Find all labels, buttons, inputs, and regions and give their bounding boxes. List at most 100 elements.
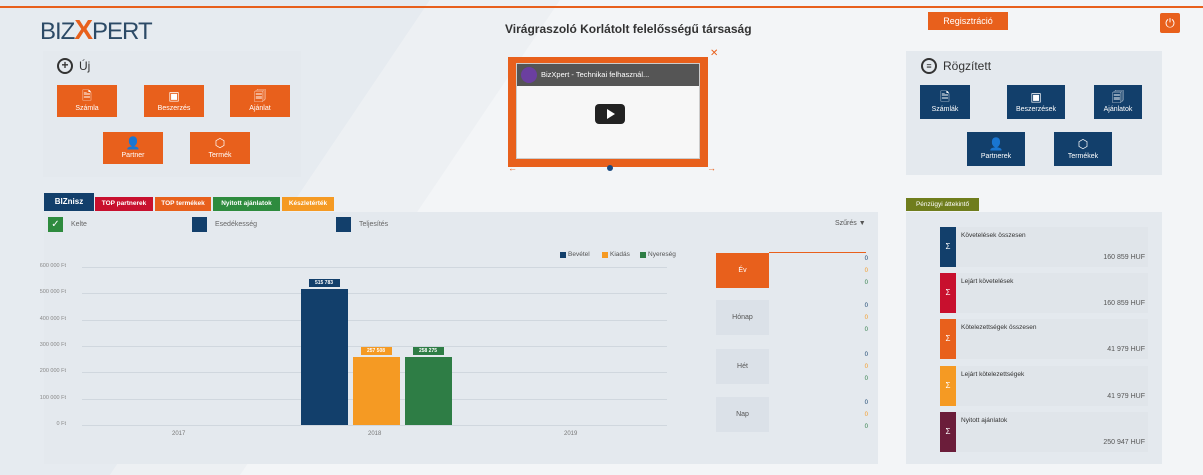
invoices-icon: 🗎: [940, 90, 950, 104]
list-circle-icon: ≡: [921, 58, 937, 74]
new-offer-button[interactable]: 🗐 Ajánlat: [230, 85, 290, 117]
checkbox-fulfil[interactable]: [336, 217, 351, 232]
finance-card-liabilities[interactable]: Σ Kötelezettségek összesen 41 979 HUF: [940, 319, 1148, 359]
video-title: BizXpert - Technikai felhasznál...: [541, 70, 650, 79]
plus-circle-icon: +: [57, 58, 73, 74]
new-partner-button[interactable]: 👤 Partner: [103, 132, 163, 164]
sigma-icon: Σ: [940, 366, 956, 406]
y-tick-label: 400 000 Ft: [39, 315, 66, 322]
x-tick-label: 2018: [368, 431, 382, 437]
checkbox-due[interactable]: [192, 217, 207, 232]
month-revenue: 0: [864, 303, 868, 309]
year-profit: 0: [864, 280, 868, 286]
tab-top-partners[interactable]: TOP partnerek: [95, 197, 153, 211]
y-tick-label: 0 Ft: [56, 421, 66, 427]
company-name: Virágraszoló Korlátolt felelősségű társa…: [505, 22, 752, 36]
week-revenue: 0: [864, 352, 868, 358]
finance-card-open-offers[interactable]: Σ Nyitott ajánlatok 250 947 HUF: [940, 412, 1148, 452]
tab-open-offers[interactable]: Nyitott ajánlatok: [213, 197, 280, 211]
tutorial-video[interactable]: BizXpert - Technikai felhasznál...: [508, 57, 708, 167]
power-icon[interactable]: ⏻: [1160, 13, 1180, 33]
tab-stock-value[interactable]: Készletérték: [282, 197, 334, 211]
sigma-icon: Σ: [940, 273, 956, 313]
grid-line: [82, 267, 667, 268]
date-type-fulfil[interactable]: Teljesítés: [336, 217, 388, 232]
invoice-add-icon: 🗎: [82, 89, 92, 103]
grid-line: [82, 293, 667, 295]
period-divider: [769, 252, 866, 253]
play-icon[interactable]: [595, 104, 625, 124]
register-button[interactable]: Regisztráció: [928, 12, 1008, 30]
carousel-dot[interactable]: [607, 165, 613, 171]
legend-profit: Nyereség: [640, 251, 676, 258]
finance-card-overdue-liabilities[interactable]: Σ Lejárt kötelezettségek 41 979 HUF: [940, 366, 1148, 406]
period-month[interactable]: Hónap: [716, 300, 769, 335]
new-panel-title: + Új: [57, 58, 90, 74]
finance-card-overdue-receivables[interactable]: Σ Lejárt követelések 160 859 HUF: [940, 273, 1148, 313]
partners-button[interactable]: 👤 Partnerek: [967, 132, 1025, 166]
brand-logo[interactable]: BIZXPERT: [40, 14, 153, 46]
next-arrow-icon[interactable]: →: [707, 163, 716, 173]
week-expense: 0: [864, 364, 868, 370]
bar-bevétel-2018[interactable]: [300, 289, 348, 425]
grid-line: [82, 319, 667, 321]
period-day[interactable]: Nap: [716, 397, 769, 432]
sigma-icon: Σ: [940, 319, 956, 359]
period-year[interactable]: Év: [716, 253, 769, 288]
purchase-add-icon: ▣: [168, 89, 180, 103]
y-tick-label: 500 000 Ft: [39, 289, 66, 296]
tab-biznisz[interactable]: BIZnisz: [44, 193, 94, 211]
year-expense: 0: [864, 268, 868, 274]
bar-nyereség-2018[interactable]: [404, 356, 452, 425]
day-expense: 0: [864, 412, 868, 418]
product-add-icon: ⬡: [214, 136, 226, 150]
video-title-bar: BizXpert - Technikai felhasznál...: [517, 64, 699, 86]
invoices-button[interactable]: 🗎 Számlák: [920, 85, 970, 119]
finance-overview-tab[interactable]: Pénzügyi áttekintő: [906, 198, 979, 211]
y-tick-label: 200 000 Ft: [39, 368, 66, 375]
offers-button[interactable]: 🗐 Ajánlatok: [1094, 85, 1142, 119]
close-icon[interactable]: ✕: [710, 48, 718, 59]
x-tick-label: 2017: [172, 431, 186, 437]
date-type-due[interactable]: Esedékesség: [192, 217, 257, 232]
finance-card-receivables[interactable]: Σ Követelések összesen 160 859 HUF: [940, 227, 1148, 267]
date-type-kelte[interactable]: ✓ Kelte: [48, 217, 87, 232]
y-tick-label: 300 000 Ft: [39, 342, 66, 348]
y-tick-label: 100 000 Ft: [39, 394, 66, 401]
partners-icon: 👤: [988, 137, 1004, 151]
top-accent-line: [0, 6, 1203, 8]
products-button[interactable]: ⬡ Termékek: [1054, 132, 1112, 166]
checkmark-icon[interactable]: ✓: [48, 217, 63, 232]
x-tick-label: 2019: [564, 431, 578, 437]
legend-revenue: Bevétel: [560, 251, 590, 258]
y-tick-label: 600 000 Ft: [39, 263, 66, 269]
month-expense: 0: [864, 315, 868, 321]
week-profit: 0: [864, 376, 868, 382]
filter-button[interactable]: Szűrés ▼: [835, 220, 866, 227]
partner-add-icon: 👤: [125, 136, 141, 150]
filter-icon[interactable]: ▼: [859, 220, 866, 227]
channel-avatar: [521, 67, 537, 83]
purchases-button[interactable]: ▣ Beszerzések: [1007, 85, 1065, 119]
bar-kiadás-2018[interactable]: [352, 357, 400, 425]
legend-expense: Kiadás: [602, 251, 630, 258]
products-icon: ⬡: [1077, 137, 1089, 151]
month-profit: 0: [864, 327, 868, 333]
bar-value-label: 257 508: [360, 347, 392, 356]
purchases-icon: ▣: [1030, 90, 1042, 104]
new-purchase-button[interactable]: ▣ Beszerzés: [144, 85, 204, 117]
new-invoice-button[interactable]: 🗎 Számla: [57, 85, 117, 117]
period-week[interactable]: Hét: [716, 349, 769, 384]
prev-arrow-icon[interactable]: ←: [508, 163, 517, 173]
video-preview: BizXpert - Technikai felhasznál...: [516, 63, 700, 159]
new-product-button[interactable]: ⬡ Termék: [190, 132, 250, 164]
saved-panel-title: ≡ Rögzített: [921, 58, 991, 74]
offer-add-icon: 🗐: [254, 89, 266, 103]
grid-line: [82, 425, 667, 426]
day-profit: 0: [864, 424, 868, 430]
tab-top-products[interactable]: TOP termékek: [155, 197, 211, 211]
sigma-icon: Σ: [940, 227, 956, 267]
offers-icon: 🗐: [1112, 90, 1124, 104]
year-revenue: 0: [864, 256, 868, 262]
bar-value-label: 258 275: [412, 346, 444, 355]
